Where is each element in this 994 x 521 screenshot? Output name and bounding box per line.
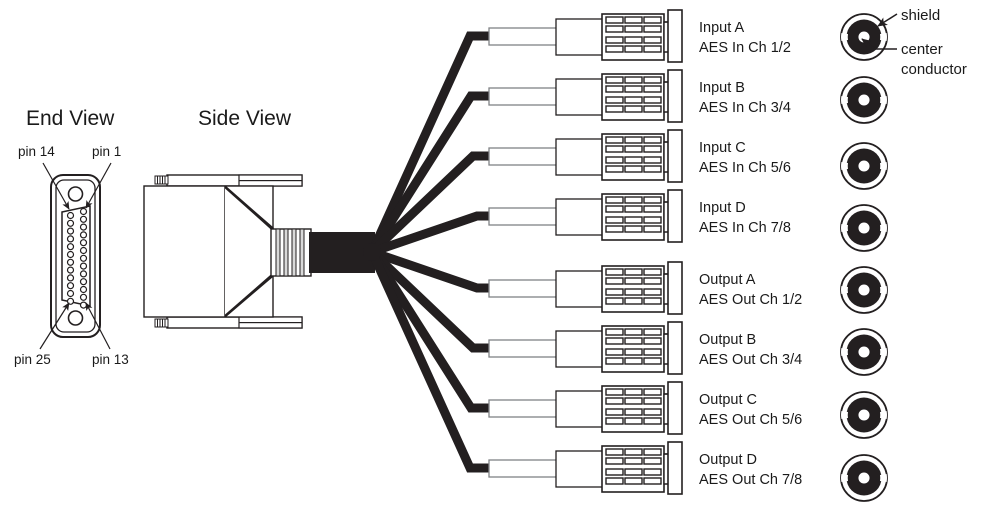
pin-label-14: pin 14	[18, 144, 55, 159]
pin-label-13: pin 13	[92, 352, 129, 367]
port-channels-input-b: AES In Ch 3/4	[699, 100, 791, 116]
annotation-center-conductor-line2: conductor	[901, 61, 967, 78]
side-view-backshell	[143, 185, 274, 318]
side-view-title: Side View	[198, 107, 292, 130]
port-channels-input-a: AES In Ch 1/2	[699, 40, 791, 56]
port-name-input-c: Input C	[699, 140, 746, 156]
cable-fanout-node	[363, 243, 381, 261]
port-channels-input-c: AES In Ch 5/6	[699, 160, 791, 176]
pin-label-1: pin 1	[92, 144, 121, 159]
bnc-face-output-b	[840, 328, 888, 376]
aes-breakout-cable-diagram: End View pin 14 pin 1 pin 25 pin 13 Side…	[0, 0, 994, 521]
annotation-shield: shield	[901, 7, 940, 24]
db25-screw-hole-top	[67, 186, 84, 202]
port-name-input-a: Input A	[699, 20, 744, 36]
port-name-output-b: Output B	[699, 332, 756, 348]
side-view-flange-top	[154, 174, 303, 187]
port-name-input-b: Input B	[699, 80, 745, 96]
port-name-output-d: Output D	[699, 452, 757, 468]
annotation-center-conductor-line1: center	[901, 41, 943, 58]
end-view-title: End View	[26, 107, 115, 130]
bnc-face-output-c	[840, 391, 888, 439]
bnc-face-output-a	[840, 266, 888, 314]
side-view-flange-bottom	[154, 316, 303, 329]
bnc-face-input-c	[840, 142, 888, 190]
bnc-face-input-d	[840, 204, 888, 252]
port-name-input-d: Input D	[699, 200, 746, 216]
bnc-face-input-a	[840, 13, 888, 61]
port-name-output-c: Output C	[699, 392, 757, 408]
bnc-face-output-d	[840, 454, 888, 502]
port-channels-output-b: AES Out Ch 3/4	[699, 352, 802, 368]
db25-screw-hole-bottom	[67, 310, 84, 326]
port-channels-output-c: AES Out Ch 5/6	[699, 412, 802, 428]
port-channels-output-d: AES Out Ch 7/8	[699, 472, 802, 488]
port-channels-output-a: AES Out Ch 1/2	[699, 292, 802, 308]
pin-label-25: pin 25	[14, 352, 51, 367]
diagram-canvas: End View pin 14 pin 1 pin 25 pin 13 Side…	[0, 0, 994, 521]
port-channels-input-d: AES In Ch 7/8	[699, 220, 791, 236]
port-name-output-a: Output A	[699, 272, 756, 288]
side-view-strain-relief	[270, 228, 312, 277]
bnc-face-input-b	[840, 76, 888, 124]
